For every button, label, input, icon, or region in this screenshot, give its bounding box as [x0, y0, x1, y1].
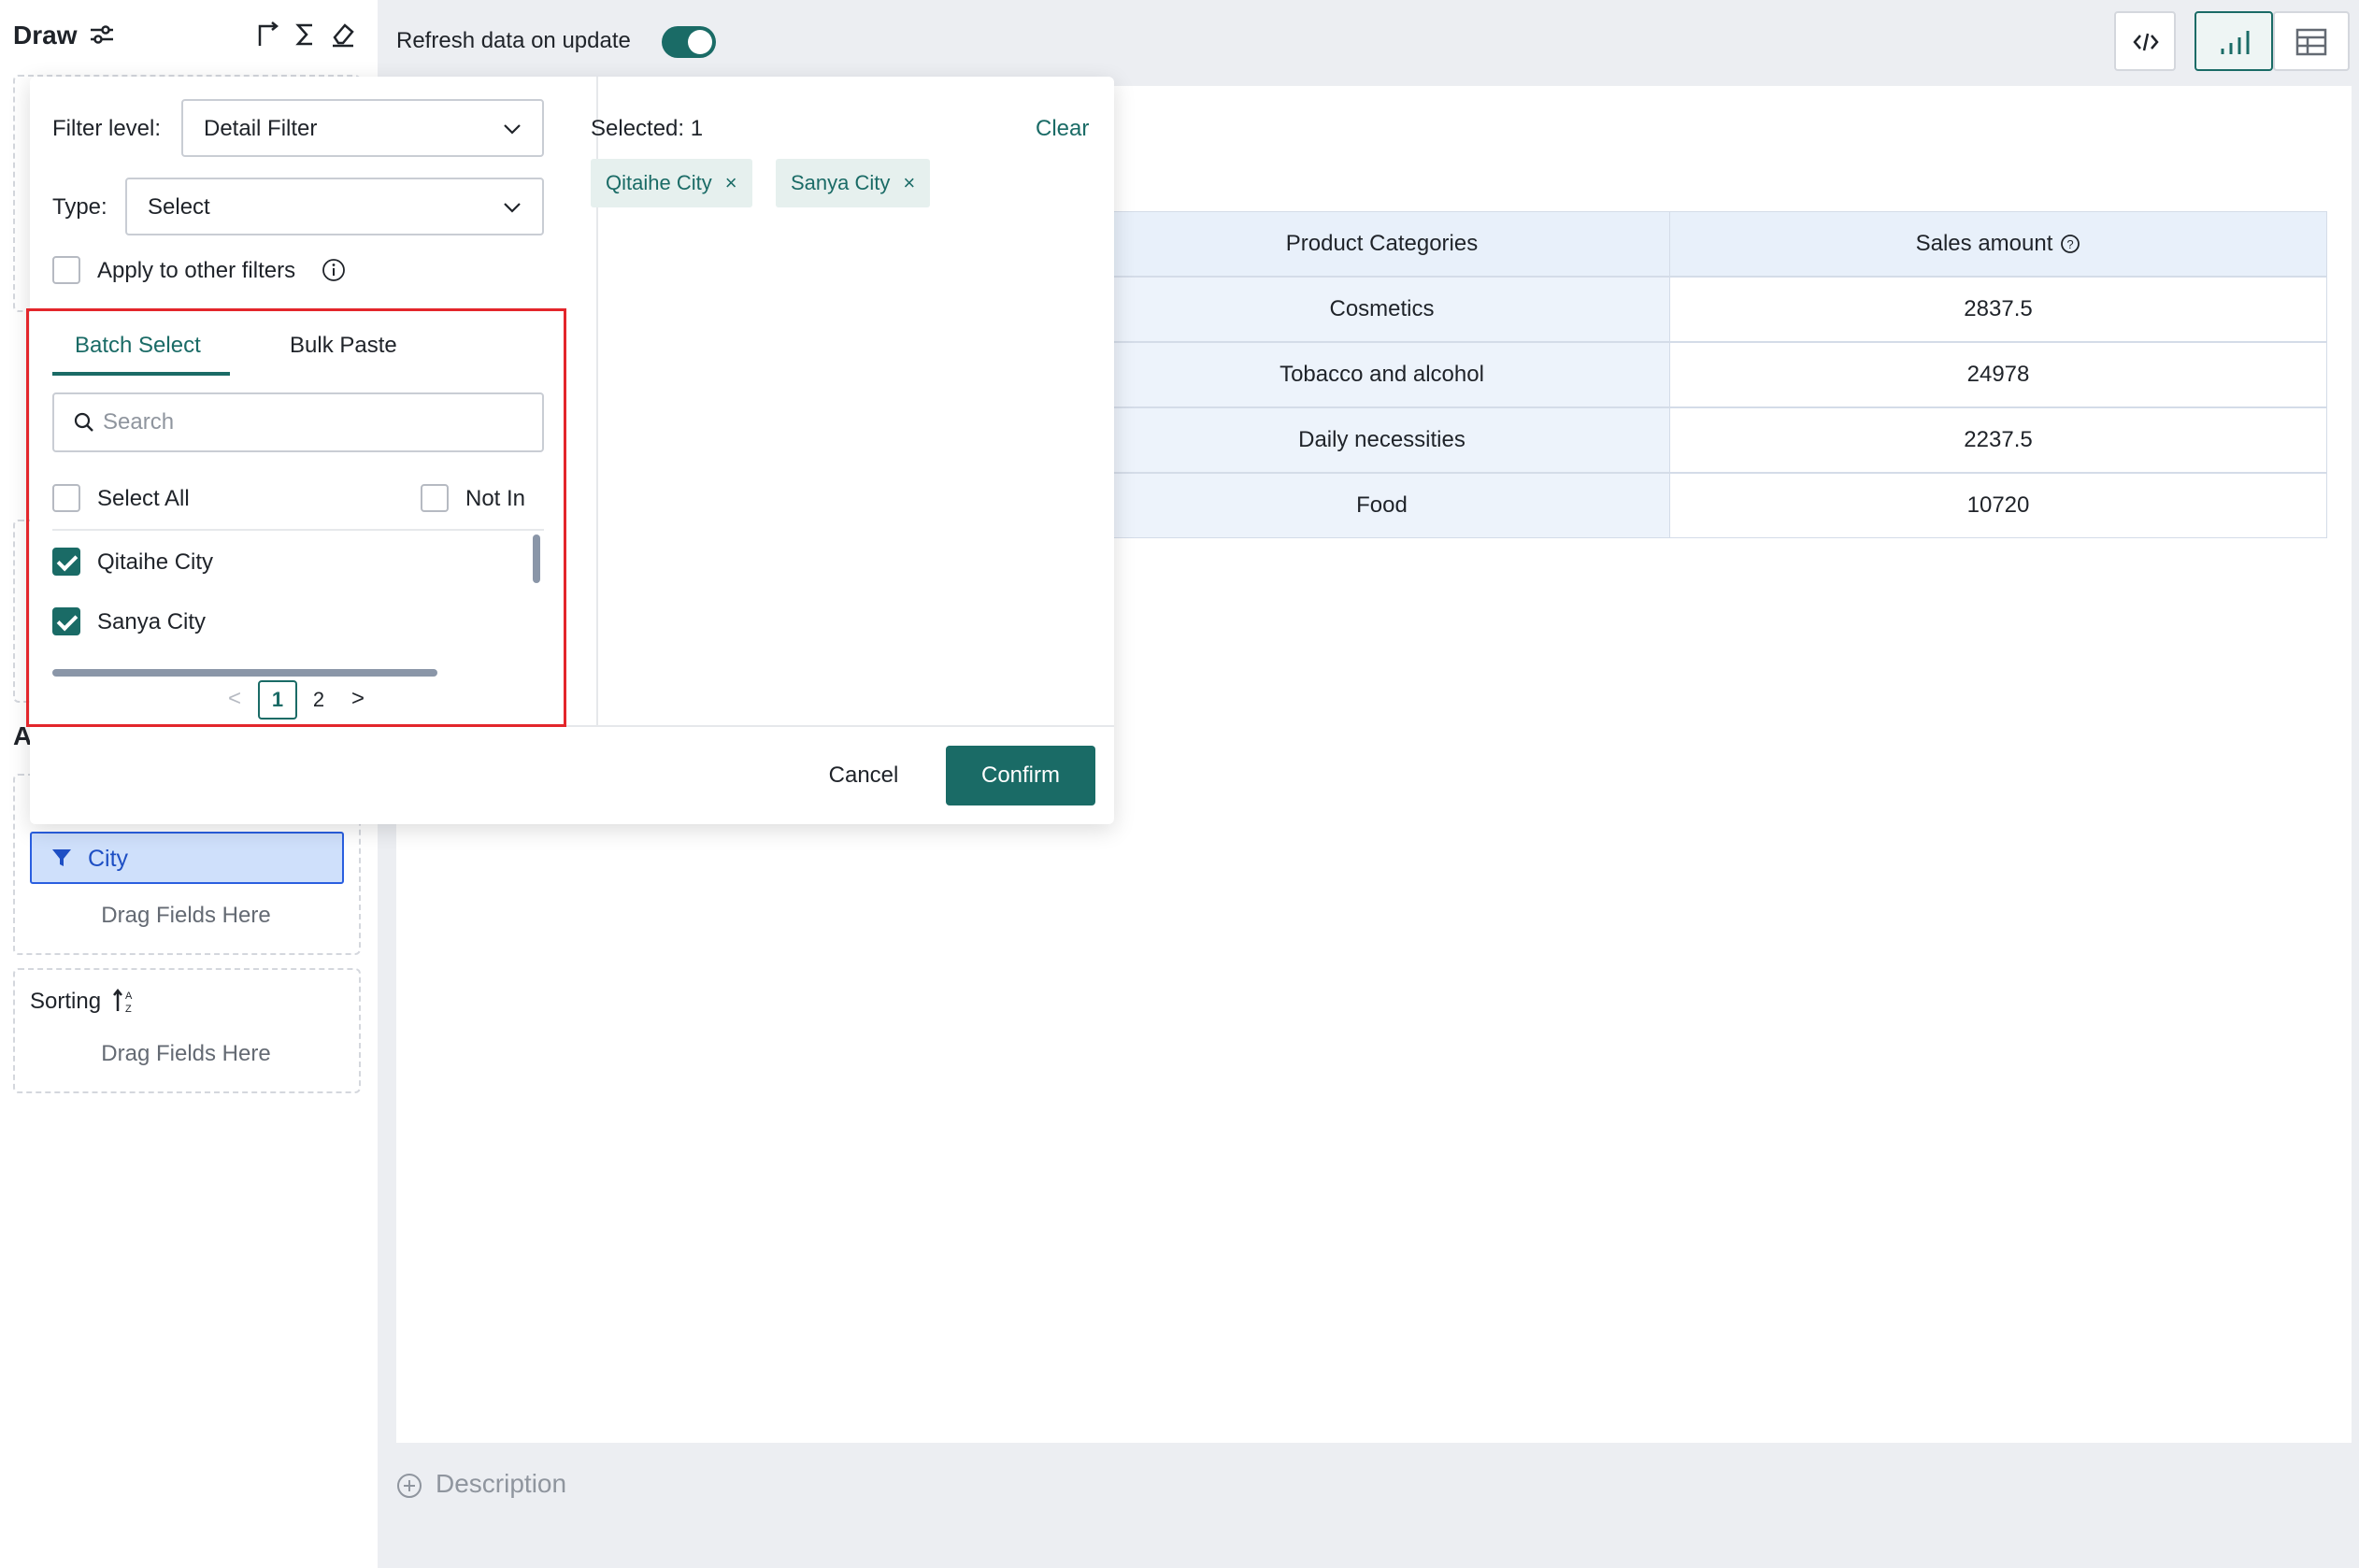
page-1-button[interactable]: 1 [258, 680, 297, 720]
chevron-down-icon [503, 198, 522, 217]
sorting-title: Sorting [30, 989, 102, 1014]
table-cell: Daily necessities [1094, 407, 1670, 473]
table-cell: 24978 [1669, 342, 2327, 407]
type-select[interactable]: Select [125, 178, 544, 235]
filter-level-label: Filter level: [52, 116, 162, 141]
horizontal-scrollbar[interactable] [52, 669, 437, 677]
cancel-button[interactable]: Cancel [808, 746, 920, 805]
refresh-on-update-label: Refresh data on update [396, 28, 631, 53]
list-item-checkbox[interactable] [52, 607, 80, 635]
clear-button[interactable]: Clear [1036, 116, 1089, 142]
list-item-label: Sanya City [97, 609, 207, 634]
selected-tag-label: Qitaihe City [606, 171, 712, 194]
chart-view-button[interactable] [2195, 11, 2273, 71]
chevron-down-icon [503, 120, 522, 138]
sort-az-icon: AZ [112, 987, 138, 1019]
table-cell: Tobacco and alcohol [1094, 342, 1670, 407]
page-2-button[interactable]: 2 [299, 680, 338, 720]
settings-sliders-icon[interactable] [88, 21, 116, 49]
table-view-button[interactable] [2273, 11, 2350, 71]
not-in-label: Not In [465, 486, 526, 511]
search-field[interactable] [52, 392, 544, 452]
sum-icon[interactable] [292, 21, 320, 49]
eraser-icon[interactable] [329, 21, 357, 49]
vertical-scrollbar[interactable] [533, 535, 540, 583]
search-icon [73, 411, 95, 438]
filter-level-select[interactable]: Detail Filter [181, 99, 544, 157]
filter-level-value: Detail Filter [204, 116, 318, 141]
confirm-button[interactable]: Confirm [946, 746, 1095, 805]
svg-text:?: ? [2067, 237, 2074, 251]
sidebar-title: Draw [13, 21, 78, 50]
table-cell: 2837.5 [1669, 277, 2327, 342]
table-cell: 10720 [1669, 473, 2327, 538]
list-item-label: Qitaihe City [97, 549, 214, 575]
sorting-drop-zone[interactable] [13, 968, 361, 1093]
table-cell: 2237.5 [1669, 407, 2327, 473]
tab-bulk-paste[interactable]: Bulk Paste [290, 333, 397, 359]
drag-hint: Drag Fields Here [101, 903, 271, 928]
description-label: Description [436, 1469, 567, 1498]
selected-tag: Sanya City × [776, 159, 931, 207]
table-header[interactable]: Product Categories [1094, 211, 1670, 277]
add-description-button[interactable]: Description [396, 1469, 566, 1499]
apply-to-other-filters-checkbox[interactable] [52, 256, 80, 284]
bar-chart-icon [2219, 28, 2252, 61]
search-input[interactable] [103, 406, 514, 439]
table-cell: Cosmetics [1094, 277, 1670, 342]
filter-funnel-icon [50, 847, 73, 876]
code-view-button[interactable] [2114, 11, 2176, 71]
apply-to-other-filters-label: Apply to other filters [97, 258, 296, 283]
drag-hint: Drag Fields Here [101, 1041, 271, 1066]
type-label: Type: [52, 194, 107, 220]
selected-tag: Qitaihe City × [591, 159, 752, 207]
selected-count: Selected: 1 [591, 116, 704, 141]
filter-field-label: City [88, 846, 129, 872]
active-tab-indicator [52, 372, 230, 376]
tab-batch-select[interactable]: Batch Select [75, 333, 201, 359]
info-icon[interactable] [322, 258, 346, 287]
table-header[interactable]: Sales amount ? [1669, 211, 2327, 277]
not-in-checkbox[interactable] [421, 484, 449, 512]
next-page-button[interactable]: > [351, 686, 365, 712]
svg-text:A: A [125, 991, 133, 1002]
help-icon[interactable]: ? [2060, 234, 2080, 254]
selected-tag-label: Sanya City [791, 171, 891, 194]
list-item-checkbox[interactable] [52, 548, 80, 576]
type-value: Select [148, 194, 210, 220]
table-icon [2295, 28, 2327, 61]
filter-field-city[interactable]: City [30, 832, 344, 884]
refresh-on-update-toggle[interactable] [662, 26, 716, 58]
filter-popup: Filter level: Detail Filter Type: Select… [26, 77, 1114, 824]
code-icon [2133, 30, 2159, 59]
close-icon[interactable]: × [725, 171, 737, 195]
close-icon[interactable]: × [903, 171, 915, 195]
table-header-label: Sales amount [1915, 231, 2053, 256]
axis-icon[interactable] [252, 21, 280, 49]
select-all-label: Select All [97, 486, 190, 511]
svg-text:Z: Z [125, 1004, 132, 1015]
select-all-checkbox[interactable] [52, 484, 80, 512]
plus-circle-icon [396, 1473, 422, 1499]
prev-page-button[interactable]: < [228, 686, 241, 712]
table-cell: Food [1094, 473, 1670, 538]
divider [52, 529, 544, 531]
